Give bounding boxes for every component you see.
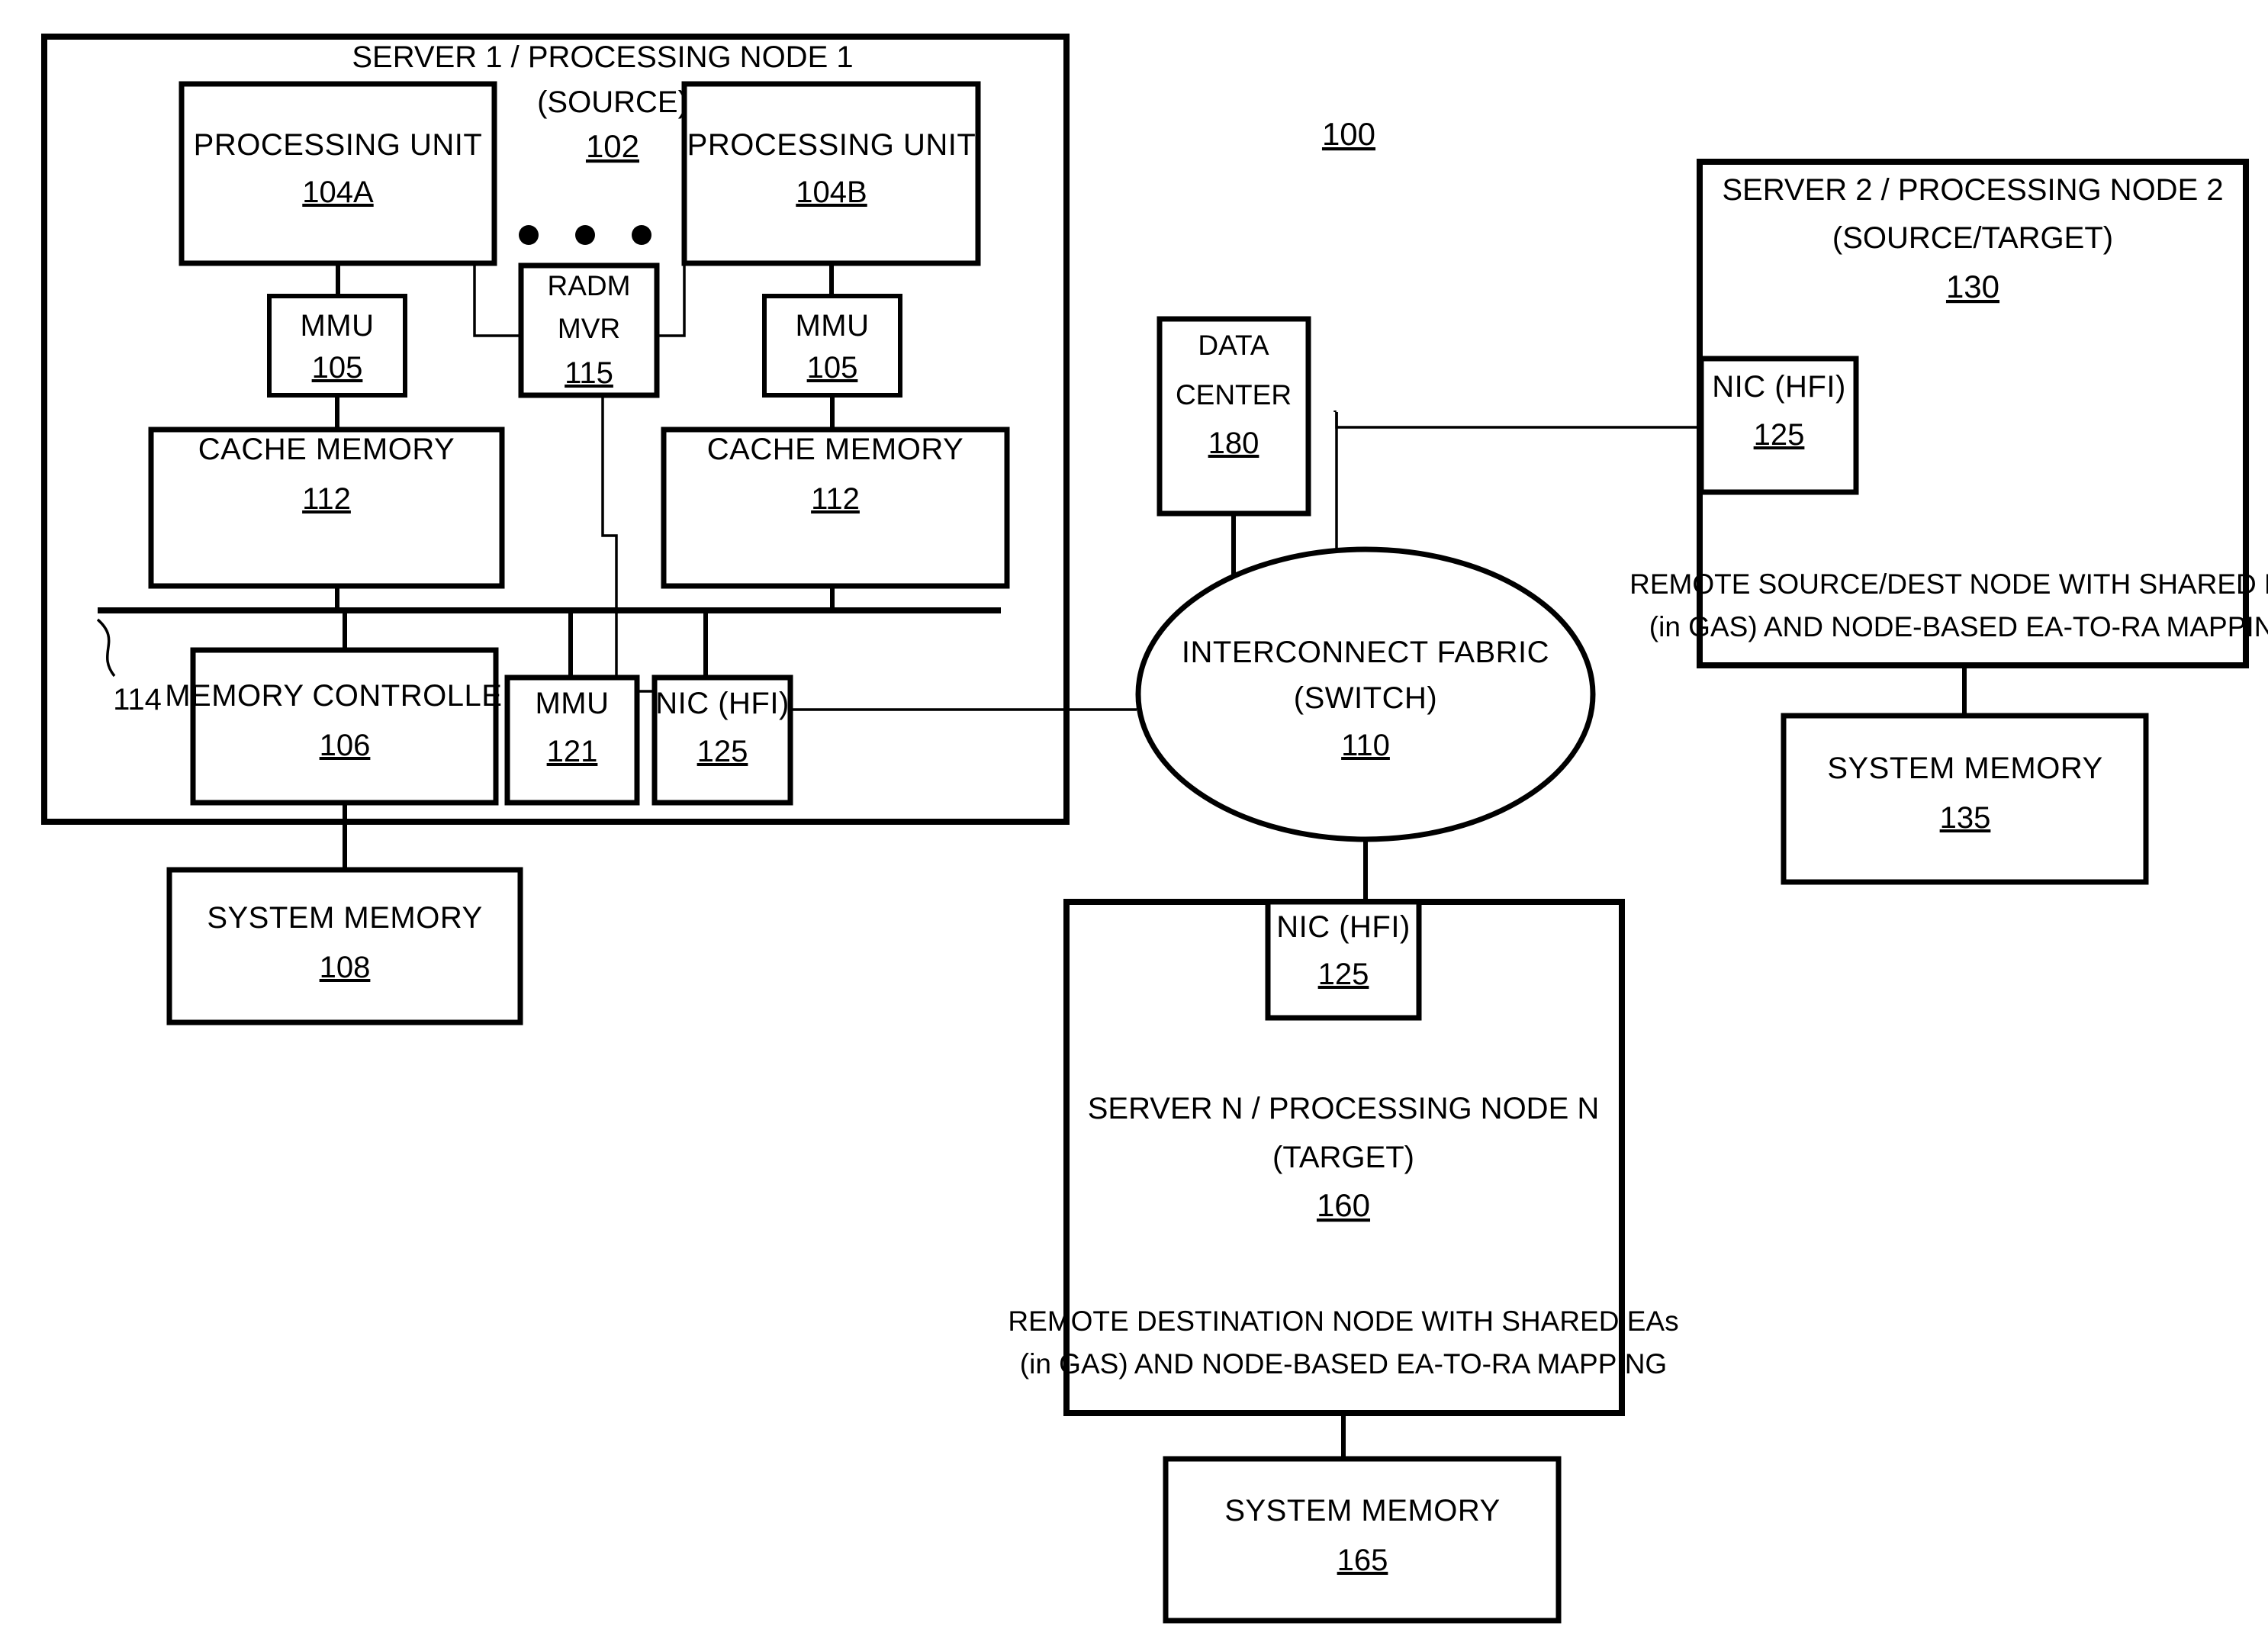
system-memory-108-label: SYSTEM MEMORY [207,901,482,935]
data-center-line1: DATA [1198,330,1269,361]
mmu-105-left-ref: 105 [312,351,363,385]
radm-label-line1: RADM [548,270,631,301]
system-memory-165-box [1163,1456,1562,1624]
link-fabric-server2nic [1335,412,1701,429]
nic-hfi-125-server2-label: NIC (HFI) [1712,370,1846,404]
cache-memory-right-label: CACHE MEMORY [707,433,963,466]
system-memory-108-ref: 108 [320,951,371,984]
serverN-subtitle: (TARGET) [1272,1141,1414,1174]
server1-subtitle: (SOURCE) [537,85,688,119]
nic-hfi-125-server1-ref: 125 [697,735,748,768]
processing-unit-b-label: PROCESSING UNIT [687,128,976,162]
processing-unit-a-label: PROCESSING UNIT [194,128,483,162]
processing-unit-b-ref: 104B [796,175,867,209]
data-center-line2: CENTER [1176,379,1292,410]
mmu-121-label: MMU [535,687,609,720]
system-memory-135-box [1781,713,2149,885]
processing-unit-a-box [179,81,497,266]
bus-ref-114: 114 [113,683,162,716]
system-memory-135-label: SYSTEM MEMORY [1827,752,2102,785]
data-center-ref: 180 [1208,427,1259,460]
mmu-121-ref: 121 [547,735,598,768]
cache-memory-right-ref: 112 [811,482,860,516]
serverN-desc-line2: (in GAS) AND NODE-BASED EA-TO-RA MAPPING [1020,1348,1667,1379]
nic-hfi-125-server2-ref: 125 [1754,418,1805,452]
server1-title: SERVER 1 / PROCESSING NODE 1 [352,40,853,74]
serverN-ref: 160 [1317,1187,1370,1223]
mmu-105-right-label: MMU [795,309,869,343]
fabric-line2: (SWITCH) [1294,681,1437,715]
radm-ref: 115 [565,356,613,390]
memory-controller-box [190,647,499,806]
fabric-ref: 110 [1341,729,1390,762]
processing-unit-b-box [681,81,981,266]
server2-desc-line2: (in GAS) AND NODE-BASED EA-TO-RA MAPPING [1649,611,2268,642]
block-diagram: SERVER 1 / PROCESSING NODE 1 (SOURCE) 10… [41,34,2268,1624]
patent-figure-canvas: SERVER 1 / PROCESSING NODE 1 (SOURCE) 10… [0,0,2268,1629]
system-memory-108-box [166,867,523,1025]
serverN-desc-line1: REMOTE DESTINATION NODE WITH SHARED EAs [1008,1305,1678,1337]
cache-memory-left-label: CACHE MEMORY [198,433,455,466]
server1-ref: 102 [586,128,639,164]
ellipsis-dot-1 [519,225,539,245]
ellipsis-dot-3 [632,225,651,245]
nic-hfi-125-server1-label: NIC (HFI) [655,687,790,720]
server2-title: SERVER 2 / PROCESSING NODE 2 [1722,173,2223,207]
fabric-line1: INTERCONNECT FABRIC [1182,636,1549,669]
server2-subtitle: (SOURCE/TARGET) [1832,221,2113,255]
server2-ref: 130 [1946,269,1999,304]
processing-unit-a-ref: 104A [302,175,374,209]
system-memory-135-ref: 135 [1940,801,1991,835]
cache-memory-left-ref: 112 [302,482,351,516]
figure-ref-100: 100 [1322,116,1375,152]
nic-hfi-125-serverN-label: NIC (HFI) [1276,910,1411,944]
system-memory-165-ref: 165 [1337,1544,1388,1577]
system-memory-165-label: SYSTEM MEMORY [1224,1494,1500,1528]
server2-desc-line1: REMOTE SOURCE/DEST NODE WITH SHARED EAs [1629,568,2268,600]
mmu-105-left-label: MMU [300,309,374,343]
ellipsis-dot-2 [575,225,595,245]
radm-label-line2: MVR [558,313,620,344]
mmu-105-right-ref: 105 [807,351,858,385]
serverN-title: SERVER N / PROCESSING NODE N [1088,1092,1600,1125]
nic-hfi-125-serverN-ref: 125 [1318,958,1369,991]
memory-controller-ref: 106 [320,729,371,762]
memory-controller-label: MEMORY CONTROLLER [165,679,525,713]
